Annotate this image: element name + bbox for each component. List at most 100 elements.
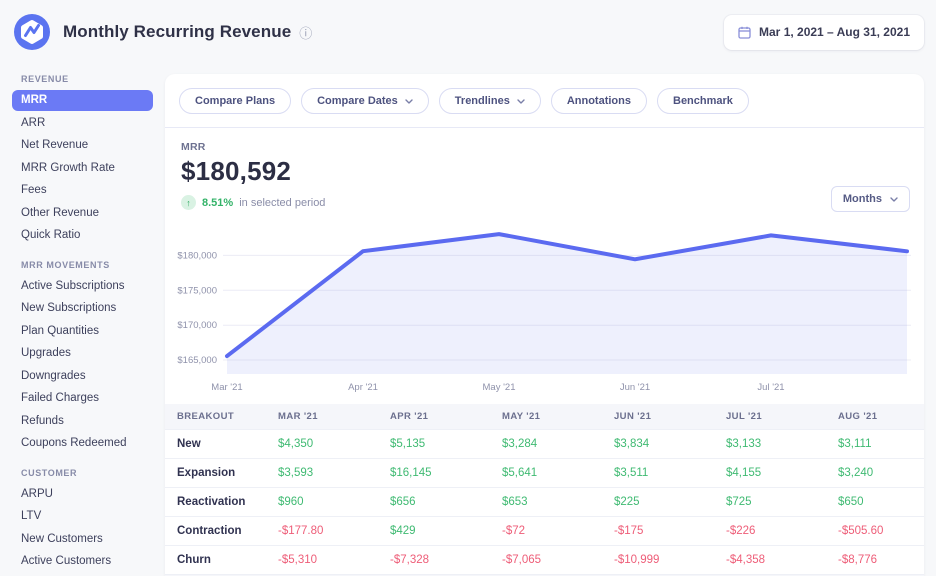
date-range-picker[interactable]: Mar 1, 2021 – Aug 31, 2021 [724,15,924,50]
sidebar-item-quick-ratio[interactable]: Quick Ratio [12,225,153,246]
sidebar-item-refunds[interactable]: Refunds [12,411,153,432]
sidebar-item-net-revenue[interactable]: Net Revenue [12,135,153,156]
table-cell: $3,133 [714,430,826,459]
page-title: Monthly Recurring Revenue [63,22,291,42]
sidebar-section-customer: CUSTOMER ARPULTVNew CustomersActive Custo… [12,468,153,576]
table-cell: -$177.80 [266,517,378,546]
sidebar-item-new-subscriptions[interactable]: New Subscriptions [12,298,153,319]
annotations-button[interactable]: Annotations [551,88,647,114]
column-header-aug-21: AUG '21 [826,404,924,430]
sidebar-item-fees[interactable]: Fees [12,180,153,201]
app-header: Monthly Recurring Revenue ⓘ Mar 1, 2021 … [0,0,936,64]
svg-text:Jul '21: Jul '21 [757,382,784,393]
column-header-jul-21: JUL '21 [714,404,826,430]
svg-text:$165,000: $165,000 [177,355,217,366]
table-cell: -$5,310 [266,546,378,575]
button-label: Compare Plans [195,95,275,107]
sidebar-item-new-customers[interactable]: New Customers [12,529,153,550]
table-cell: $225 [602,488,714,517]
sidebar-item-mrr-growth-rate[interactable]: MRR Growth Rate [12,158,153,179]
table-cell: $960 [266,488,378,517]
table-cell: -$4,358 [714,546,826,575]
main-panel: Compare Plans Compare Dates Trendlines Anno… [165,74,924,576]
table-cell: $4,155 [714,459,826,488]
svg-text:May '21: May '21 [483,382,516,393]
row-label: Churn [165,546,266,575]
sidebar-item-arpu[interactable]: ARPU [12,484,153,505]
row-label: New [165,430,266,459]
button-label: Trendlines [455,95,510,107]
sidebar-item-ltv[interactable]: LTV [12,506,153,527]
table-row-contraction: Contraction-$177.80$429-$72-$175-$226-$5… [165,517,924,546]
calendar-icon [738,26,751,39]
date-range-label: Mar 1, 2021 – Aug 31, 2021 [759,25,910,39]
svg-text:$175,000: $175,000 [177,285,217,296]
column-header-breakout: BREAKOUT [165,404,266,430]
table-row-churn: Churn-$5,310-$7,328-$7,065-$10,999-$4,35… [165,546,924,575]
metric-summary: MRR $180,592 ↑ 8.51% in selected period … [165,128,924,210]
table-cell: -$7,065 [490,546,602,575]
sidebar-item-arr[interactable]: ARR [12,113,153,134]
sidebar-item-downgrades[interactable]: Downgrades [12,366,153,387]
table-cell: -$175 [602,517,714,546]
table-cell: -$72 [490,517,602,546]
breakout-table: BREAKOUTMAR '21APR '21MAY '21JUN '21JUL … [165,404,924,576]
column-header-apr-21: APR '21 [378,404,490,430]
compare-plans-button[interactable]: Compare Plans [179,88,291,114]
table-row-new: New$4,350$5,135$3,284$3,834$3,133$3,111 [165,430,924,459]
trend-up-icon: ↑ [181,195,196,210]
benchmark-button[interactable]: Benchmark [657,88,749,114]
sidebar-item-active-subscriptions[interactable]: Active Subscriptions [12,276,153,297]
metric-delta: ↑ 8.51% in selected period [181,195,908,210]
sidebar-section-label: CUSTOMER [21,468,153,478]
chevron-down-icon [517,99,525,104]
chevron-down-icon [405,99,413,104]
column-header-jun-21: JUN '21 [602,404,714,430]
compare-dates-button[interactable]: Compare Dates [301,88,429,114]
sidebar-section-label: REVENUE [21,74,153,84]
info-icon[interactable]: ⓘ [299,23,312,42]
table-cell: -$8,776 [826,546,924,575]
mrr-line-chart[interactable]: $180,000$175,000$170,000$165,000Mar '21A… [171,216,923,394]
mrr-chart-area[interactable]: $180,000$175,000$170,000$165,000Mar '21A… [171,216,923,394]
sidebar-item-coupons-redeemed[interactable]: Coupons Redeemed [12,433,153,454]
table-cell: $653 [490,488,602,517]
sidebar-item-upgrades[interactable]: Upgrades [12,343,153,364]
table-cell: -$505.60 [826,517,924,546]
svg-text:$180,000: $180,000 [177,250,217,261]
sidebar-item-active-customers[interactable]: Active Customers [12,551,153,572]
delta-suffix: in selected period [239,197,325,209]
delta-percent: 8.51% [202,197,233,209]
sidebar-item-mrr[interactable]: MRR [12,90,153,111]
table-cell: $3,240 [826,459,924,488]
table-cell: $3,284 [490,430,602,459]
trendlines-button[interactable]: Trendlines [439,88,541,114]
sidebar-item-failed-charges[interactable]: Failed Charges [12,388,153,409]
table-cell: $5,641 [490,459,602,488]
table-cell: $725 [714,488,826,517]
table-cell: $3,834 [602,430,714,459]
metric-label: MRR [181,141,908,153]
sidebar-item-other-revenue[interactable]: Other Revenue [12,203,153,224]
sidebar-item-plan-quantities[interactable]: Plan Quantities [12,321,153,342]
chevron-down-icon [890,197,898,202]
table-cell: $3,111 [826,430,924,459]
button-label: Compare Dates [317,95,398,107]
table-cell: -$226 [714,517,826,546]
period-select[interactable]: Months [831,186,910,212]
row-label: Expansion [165,459,266,488]
metric-value: $180,592 [181,156,908,187]
table-cell: -$10,999 [602,546,714,575]
svg-text:Jun '21: Jun '21 [620,382,650,393]
table-cell: $16,145 [378,459,490,488]
app-logo-icon[interactable] [14,14,50,50]
period-select-value: Months [843,193,882,205]
svg-text:$170,000: $170,000 [177,320,217,331]
sidebar-section-label: MRR MOVEMENTS [21,260,153,270]
table-cell: $5,135 [378,430,490,459]
table-cell: $656 [378,488,490,517]
button-label: Benchmark [673,95,733,107]
table-cell: $429 [378,517,490,546]
row-label: Reactivation [165,488,266,517]
column-header-may-21: MAY '21 [490,404,602,430]
